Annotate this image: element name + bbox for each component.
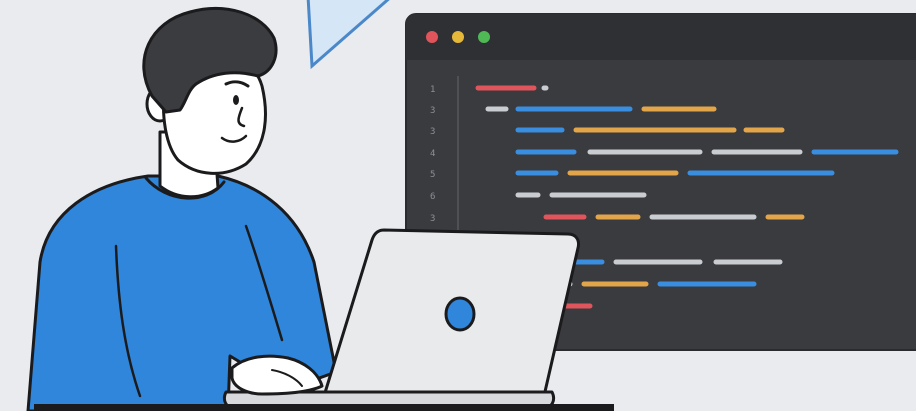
line-number: 3: [430, 214, 435, 224]
window-close-dot: [426, 31, 438, 43]
person: [26, 7, 338, 411]
desk-edge: [34, 404, 614, 411]
illustration-svg: 1 3 3 4 5 6 3: [26, 0, 916, 411]
window-maximize-dot: [478, 31, 490, 43]
line-number: 3: [430, 106, 435, 116]
line-number: 1: [430, 85, 435, 95]
eye: [233, 95, 239, 105]
line-number: 6: [430, 192, 435, 202]
line-number: 3: [430, 127, 435, 137]
line-number: 5: [430, 170, 435, 180]
line-number: 4: [430, 149, 435, 159]
speech-triangle-icon: [306, 0, 390, 70]
illustration-scene: 1 3 3 4 5 6 3: [0, 0, 916, 411]
window-minimize-dot: [452, 31, 464, 43]
laptop-logo-icon: [444, 296, 476, 332]
